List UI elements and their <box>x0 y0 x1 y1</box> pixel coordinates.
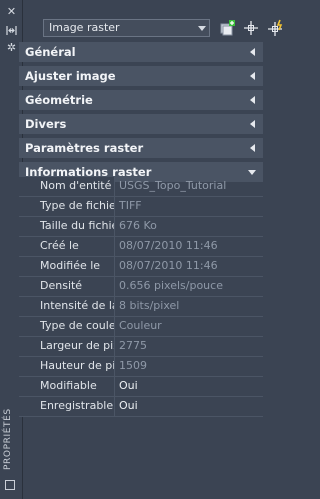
toggle-pickadd-icon[interactable] <box>267 19 285 37</box>
chevron-down-icon <box>198 26 206 31</box>
select-objects-icon[interactable] <box>242 19 260 37</box>
section-general[interactable]: Général <box>19 42 263 62</box>
section-parametres-raster-label: Paramètres raster <box>25 141 144 155</box>
section-ajuster-image[interactable]: Ajuster image <box>19 66 263 86</box>
property-name: Intensité de la... <box>19 297 115 316</box>
property-row[interactable]: Taille du fichier 676 Ko <box>19 217 263 237</box>
collapse-arrow-icon <box>250 48 255 56</box>
property-value: 08/07/2010 11:46 <box>119 239 218 252</box>
property-value: 08/07/2010 11:46 <box>119 259 218 272</box>
property-name: Modifiable <box>19 377 115 396</box>
palette-title: PROPRIÉTÉS <box>3 408 13 470</box>
property-row[interactable]: Modifiée le 08/07/2010 11:46 <box>19 257 263 277</box>
property-name: Taille du fichier <box>19 217 115 236</box>
property-value: Couleur <box>119 319 162 332</box>
property-value: 2775 <box>119 339 147 352</box>
collapse-arrow-icon <box>250 120 255 128</box>
collapse-arrow-icon <box>250 96 255 104</box>
auto-hide-icon[interactable] <box>6 25 17 36</box>
property-value: USGS_Topo_Tutorial <box>119 179 227 192</box>
property-value[interactable]: Oui <box>115 397 263 416</box>
quick-select-icon[interactable] <box>219 19 237 37</box>
object-type-label: Image raster <box>49 21 120 34</box>
property-value: TIFF <box>119 199 142 212</box>
palette-menu-icon[interactable] <box>5 480 15 490</box>
property-name: Type de fichier <box>19 197 115 216</box>
section-ajuster-image-label: Ajuster image <box>25 69 116 83</box>
property-row[interactable]: Type de couleur Couleur <box>19 317 263 337</box>
property-sections: Général Ajuster image Géométrie Divers P… <box>19 42 263 186</box>
property-name: Largeur de pixel <box>19 337 115 356</box>
section-divers-label: Divers <box>25 117 67 131</box>
section-geometrie-label: Géométrie <box>25 93 93 107</box>
property-name: Modifiée le <box>19 257 115 276</box>
close-icon[interactable]: ✕ <box>6 6 17 17</box>
object-type-select[interactable]: Image raster <box>43 19 210 37</box>
property-row[interactable]: Nom d'entité USGS_Topo_Tutorial <box>19 177 263 197</box>
toolbar: Image raster <box>43 16 293 38</box>
property-value: 676 Ko <box>119 219 157 232</box>
property-name: Nom d'entité <box>19 177 115 196</box>
property-row[interactable]: Largeur de pixel 2775 <box>19 337 263 357</box>
property-row[interactable]: Enregistrable Oui <box>19 397 263 417</box>
section-divers[interactable]: Divers <box>19 114 263 134</box>
property-value: 0.656 pixels/pouce <box>119 279 223 292</box>
property-value: 8 bits/pixel <box>119 299 180 312</box>
collapse-arrow-icon <box>250 72 255 80</box>
section-geometrie[interactable]: Géométrie <box>19 90 263 110</box>
section-parametres-raster[interactable]: Paramètres raster <box>19 138 263 158</box>
property-row[interactable]: Créé le 08/07/2010 11:46 <box>19 237 263 257</box>
property-row[interactable]: Hauteur de pixel 1509 <box>19 357 263 377</box>
property-name: Créé le <box>19 237 115 256</box>
property-row[interactable]: Intensité de la... 8 bits/pixel <box>19 297 263 317</box>
property-name: Type de couleur <box>19 317 115 336</box>
property-value: 1509 <box>119 359 147 372</box>
raster-info-table: Nom d'entité USGS_Topo_Tutorial Type de f… <box>19 177 263 417</box>
property-name: Enregistrable <box>19 397 115 416</box>
property-row[interactable]: Type de fichier TIFF <box>19 197 263 217</box>
property-name: Densité <box>19 277 115 296</box>
property-row[interactable]: Densité 0.656 pixels/pouce <box>19 277 263 297</box>
property-name: Hauteur de pixel <box>19 357 115 376</box>
section-general-label: Général <box>25 45 76 59</box>
property-row[interactable]: Modifiable Oui <box>19 377 263 397</box>
settings-icon[interactable]: ✲ <box>6 42 17 53</box>
expand-arrow-icon <box>248 170 256 175</box>
collapse-arrow-icon <box>250 144 255 152</box>
property-value[interactable]: Oui <box>115 377 263 396</box>
